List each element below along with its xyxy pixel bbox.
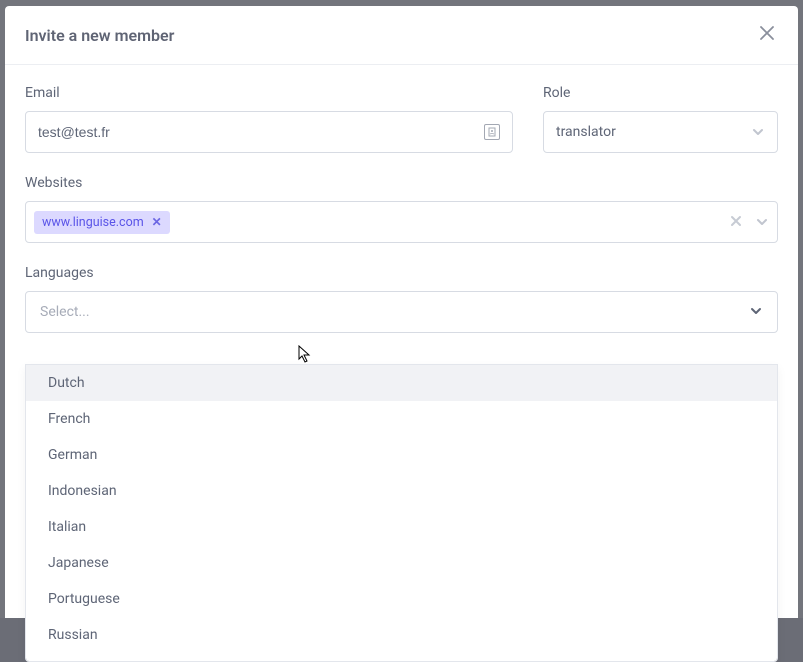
- email-input[interactable]: [38, 124, 484, 140]
- role-selected-value: translator: [556, 124, 616, 140]
- languages-select[interactable]: Select...: [25, 291, 778, 333]
- invite-member-modal: Invite a new member Email Role translato…: [5, 6, 798, 618]
- websites-input[interactable]: www.linguise.com ✕: [25, 201, 778, 243]
- websites-group: Websites www.linguise.com ✕: [25, 175, 778, 243]
- websites-input-actions: [729, 213, 769, 232]
- role-select[interactable]: translator: [543, 111, 778, 153]
- role-label: Role: [543, 85, 778, 101]
- modal-title: Invite a new member: [25, 26, 174, 45]
- language-option[interactable]: Indonesian: [26, 473, 777, 509]
- languages-label: Languages: [25, 265, 778, 281]
- websites-label: Websites: [25, 175, 778, 191]
- language-option[interactable]: Dutch: [26, 365, 777, 401]
- languages-group: Languages Select...: [25, 265, 778, 333]
- form-row-email-role: Email Role translator: [25, 85, 778, 153]
- chevron-down-icon: [751, 125, 765, 139]
- language-option[interactable]: Russian: [26, 617, 777, 653]
- modal-body: Email Role translator Webs: [5, 65, 798, 618]
- chevron-down-icon[interactable]: [755, 215, 769, 229]
- role-group: Role translator: [543, 85, 778, 153]
- language-option[interactable]: Japanese: [26, 545, 777, 581]
- email-label: Email: [25, 85, 513, 101]
- language-option[interactable]: German: [26, 437, 777, 473]
- languages-dropdown[interactable]: DutchFrenchGermanIndonesianItalianJapane…: [25, 364, 778, 662]
- tag-remove-button[interactable]: ✕: [152, 215, 162, 229]
- website-tag: www.linguise.com ✕: [34, 211, 170, 234]
- email-input-wrap[interactable]: [25, 111, 513, 153]
- website-tag-label: www.linguise.com: [42, 215, 144, 230]
- clear-websites-button[interactable]: [729, 213, 743, 232]
- contact-card-icon: [484, 124, 500, 140]
- close-icon: [760, 26, 774, 40]
- close-button[interactable]: [756, 22, 778, 48]
- language-option[interactable]: Spanish: [26, 653, 777, 662]
- email-group: Email: [25, 85, 513, 153]
- languages-placeholder: Select...: [40, 304, 90, 320]
- language-option[interactable]: French: [26, 401, 777, 437]
- chevron-down-icon: [749, 303, 763, 322]
- modal-header: Invite a new member: [5, 6, 798, 65]
- language-option[interactable]: Italian: [26, 509, 777, 545]
- language-option[interactable]: Portuguese: [26, 581, 777, 617]
